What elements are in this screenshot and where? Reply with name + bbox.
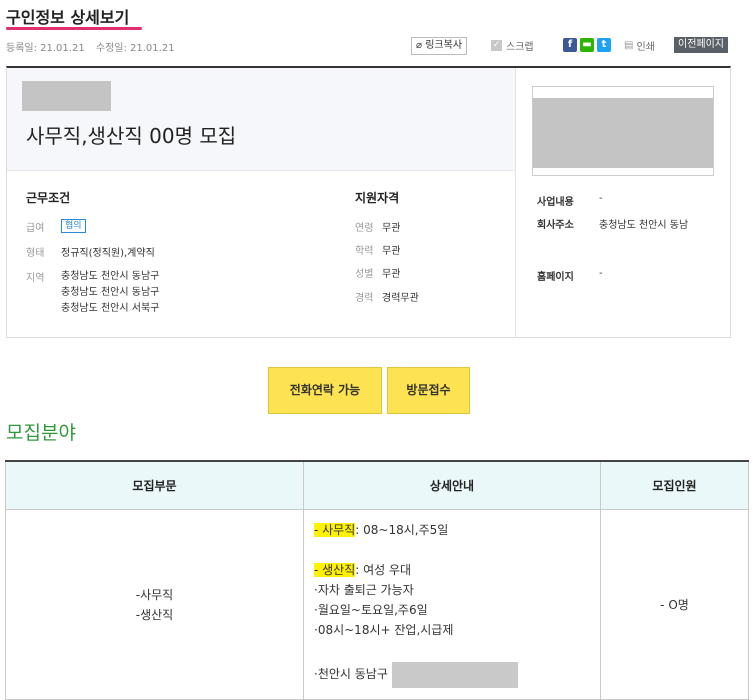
registered-date: 등록일: 21.01.21 (6, 43, 85, 54)
details-cell: - 사무직: 08~18시,주5일 - 생산직: 여성 우대 ·자차 출퇴근 가… (303, 509, 601, 700)
company-logo-placeholder (22, 81, 111, 111)
scrap-button[interactable]: ✓ 스크랩 (491, 38, 534, 53)
column-header-headcount: 모집인원 (600, 460, 749, 510)
type-label: 형태 (26, 248, 45, 259)
title-underline (6, 27, 142, 30)
department-item: -사무직 (135, 587, 174, 602)
region-item: 충청남도 천안시 서북구 (61, 303, 160, 314)
visit-apply-button[interactable]: 방문접수 (387, 367, 470, 414)
business-value: - (599, 193, 603, 204)
printer-icon: ▤ (624, 40, 634, 51)
column-header-details: 상세안내 (303, 460, 601, 510)
business-label: 사업내용 (537, 197, 574, 208)
table-row: -사무직 -생산직 - 사무직: 08~18시,주5일 - 생산직: 여성 우대… (5, 509, 749, 700)
date-info: 등록일: 21.01.21 수정일: 21.01.21 (6, 39, 183, 54)
divider (7, 170, 515, 171)
detail-line: ·08시~18시+ 잔업,시급제 (314, 623, 454, 637)
career-value: 경력무관 (382, 293, 419, 304)
table-header-row: 모집부문 상세안내 모집인원 (5, 460, 749, 510)
gender-label: 성별 (355, 269, 374, 280)
address-label: 회사주소 (537, 220, 574, 231)
link-copy-label: 링크복사 (425, 40, 463, 51)
phone-contact-button[interactable]: 전화연락 가능 (268, 367, 382, 414)
link-copy-button[interactable]: ⌀ 링크복사 (411, 37, 468, 55)
redacted-placeholder (391, 661, 518, 688)
print-label: 인쇄 (636, 42, 655, 53)
scrap-label: 스크랩 (506, 42, 534, 53)
check-icon: ✓ (491, 40, 502, 51)
print-button[interactable]: ▤ 인쇄 (624, 38, 655, 53)
region-item: 충청남도 천안시 동남구 (61, 287, 160, 298)
age-label: 연령 (355, 223, 374, 234)
recruit-table: 모집부문 상세안내 모집인원 -사무직 -생산직 - 사무직: 08~18시,주… (5, 460, 749, 700)
production-text: : 여성 우대 (355, 563, 412, 577)
office-highlight: - 사무직 (314, 523, 356, 537)
type-value: 정규직(정직원),계약직 (61, 248, 155, 259)
address-value: 충청남도 천안시 동남 (599, 220, 689, 231)
location-text: ·천안시 동남구 (314, 667, 388, 681)
age-value: 무관 (382, 223, 401, 234)
recruit-section-title: 모집분야 (6, 422, 76, 444)
twitter-icon[interactable]: t (597, 38, 611, 52)
office-detail: - 사무직: 08~18시,주5일 (314, 520, 590, 540)
region-item: 충청남도 천안시 동남구 (61, 271, 160, 282)
link-icon: ⌀ (416, 40, 423, 51)
education-value: 무관 (382, 246, 401, 257)
gender-value: 무관 (382, 269, 401, 280)
facebook-icon[interactable]: f (563, 38, 577, 52)
qualifications-heading: 지원자격 (355, 191, 400, 205)
salary-label: 급여 (26, 223, 45, 234)
band-icon[interactable]: ▬ (580, 38, 594, 52)
department-cell: -사무직 -생산직 (5, 509, 304, 700)
region-label: 지역 (26, 273, 45, 284)
prev-page-button[interactable]: 이전페이지 (674, 37, 728, 53)
region-list: 충청남도 천안시 동남구 충청남도 천안시 동남구 충청남도 천안시 서북구 (61, 269, 159, 317)
location-line: ·천안시 동남구 (314, 660, 590, 688)
work-conditions-heading: 근무조건 (26, 191, 71, 205)
production-detail: - 생산직: 여성 우대 (314, 560, 590, 580)
office-text: : 08~18시,주5일 (355, 523, 449, 537)
company-image-placeholder (533, 98, 713, 168)
page-title: 구인정보 상세보기 (6, 8, 130, 27)
production-highlight: - 생산직 (314, 563, 356, 577)
homepage-label: 홈페이지 (537, 272, 574, 283)
salary-badge: 협의 (61, 219, 86, 233)
career-label: 경력 (355, 293, 374, 304)
detail-line: ·자차 출퇴근 가능자 (314, 583, 414, 597)
department-item: -생산직 (135, 607, 174, 622)
job-title: 사무직,생산직 00명 모집 (26, 124, 237, 148)
modified-date: 수정일: 21.01.21 (95, 43, 175, 54)
headcount-cell: - O명 (600, 509, 749, 700)
divider (515, 68, 516, 338)
column-header-department: 모집부문 (5, 460, 304, 510)
detail-line: ·월요일~토요일,주6일 (314, 603, 428, 617)
homepage-value: - (599, 268, 603, 279)
education-label: 학력 (355, 246, 374, 257)
